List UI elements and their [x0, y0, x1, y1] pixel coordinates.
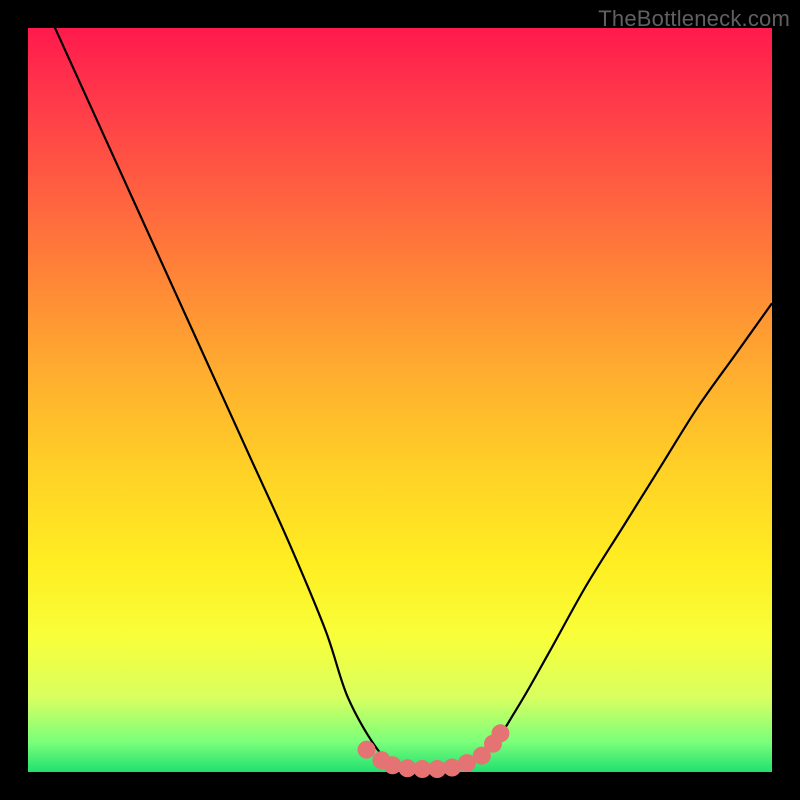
curve-marker: [384, 756, 402, 774]
curve-marker: [358, 741, 376, 759]
curve-markers: [358, 724, 510, 778]
chart-frame: TheBottleneck.com: [0, 0, 800, 800]
chart-plot-area: [28, 28, 772, 772]
curve-marker: [491, 724, 509, 742]
chart-svg: [28, 28, 772, 772]
bottleneck-curve: [28, 0, 772, 772]
